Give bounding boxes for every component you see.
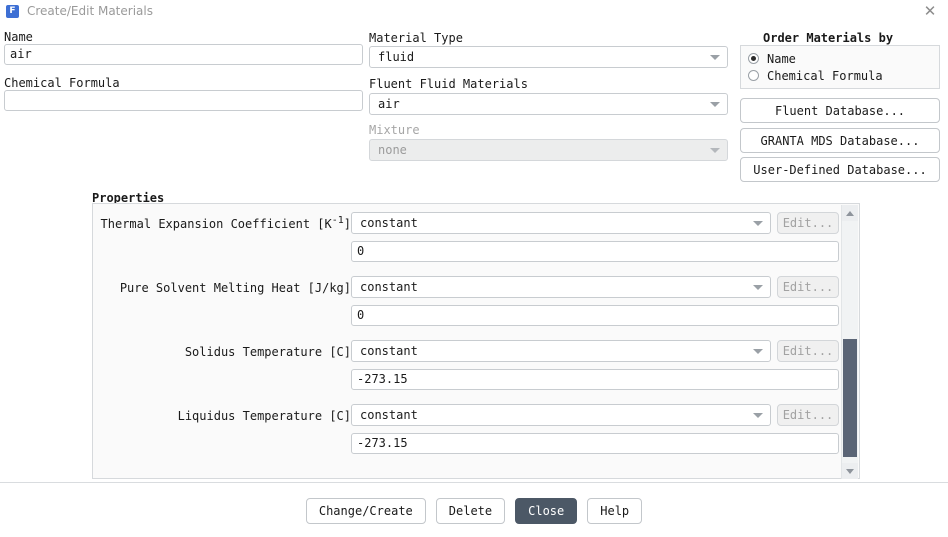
footer-button-bar: Change/Create Delete Close Help — [0, 498, 948, 524]
chevron-down-icon — [753, 221, 763, 226]
property-label-superscript: -1 — [332, 215, 344, 226]
fluent-database-button[interactable]: Fluent Database... — [740, 98, 940, 123]
radio-icon — [748, 53, 759, 64]
property-method-select[interactable]: constant — [351, 404, 771, 426]
chevron-down-icon — [710, 148, 720, 153]
property-label: Liquidus Temperature [C] — [178, 407, 351, 423]
material-type-label: Material Type — [369, 31, 463, 45]
property-row: Thermal Expansion Coefficient [K-1] cons… — [93, 209, 841, 273]
property-value-input[interactable]: -273.15 — [351, 369, 839, 390]
property-value-input[interactable]: 0 — [351, 305, 839, 326]
property-label: Solidus Temperature [C] — [185, 343, 351, 359]
property-label: Pure Solvent Melting Heat [J/kg] — [120, 279, 351, 295]
chemical-formula-label: Chemical Formula — [4, 76, 120, 90]
window-titlebar: F Create/Edit Materials ✕ — [0, 0, 948, 22]
material-type-select[interactable]: fluid — [369, 46, 728, 68]
properties-panel: Thermal Expansion Coefficient [K-1] cons… — [92, 203, 860, 479]
property-edit-button[interactable]: Edit... — [777, 276, 839, 298]
chevron-down-icon — [710, 55, 720, 60]
name-input[interactable]: air — [4, 44, 363, 65]
window-title: Create/Edit Materials — [27, 4, 153, 18]
granta-mds-database-button[interactable]: GRANTA MDS Database... — [740, 128, 940, 153]
fluent-fluid-materials-select[interactable]: air — [369, 93, 728, 115]
property-value-input[interactable]: 0 — [351, 241, 839, 262]
property-method-value: constant — [360, 216, 418, 230]
footer-divider — [0, 482, 948, 483]
radio-order-by-chemical-formula[interactable]: Chemical Formula — [748, 67, 883, 84]
property-method-value: constant — [360, 280, 418, 294]
radio-order-by-chemical-formula-label: Chemical Formula — [767, 69, 883, 83]
user-defined-database-button[interactable]: User-Defined Database... — [740, 157, 940, 182]
property-method-select[interactable]: constant — [351, 276, 771, 298]
delete-button[interactable]: Delete — [436, 498, 505, 524]
property-method-value: constant — [360, 344, 418, 358]
property-method-select[interactable]: constant — [351, 212, 771, 234]
property-edit-button[interactable]: Edit... — [777, 340, 839, 362]
chevron-down-icon — [753, 349, 763, 354]
property-edit-button[interactable]: Edit... — [777, 212, 839, 234]
fluent-fluid-materials-value: air — [378, 97, 400, 111]
radio-order-by-name[interactable]: Name — [748, 50, 796, 67]
radio-icon — [748, 70, 759, 81]
property-row: Solidus Temperature [C] constant Edit...… — [93, 337, 841, 401]
properties-row-list: Thermal Expansion Coefficient [K-1] cons… — [93, 204, 841, 478]
mixture-label: Mixture — [369, 123, 420, 137]
property-row: Liquidus Temperature [C] constant Edit..… — [93, 401, 841, 465]
chemical-formula-input[interactable] — [4, 90, 363, 111]
radio-order-by-name-label: Name — [767, 52, 796, 66]
scrollbar-thumb[interactable] — [843, 339, 857, 457]
fluent-fluid-materials-label: Fluent Fluid Materials — [369, 77, 528, 91]
properties-scrollbar[interactable] — [841, 205, 858, 479]
scroll-down-arrow-icon[interactable] — [842, 463, 858, 479]
close-button[interactable]: Close — [515, 498, 577, 524]
material-type-value: fluid — [378, 50, 414, 64]
chevron-down-icon — [710, 102, 720, 107]
change-create-button[interactable]: Change/Create — [306, 498, 426, 524]
help-button[interactable]: Help — [587, 498, 642, 524]
property-value-input[interactable]: -273.15 — [351, 433, 839, 454]
name-label: Name — [4, 30, 33, 44]
chevron-down-icon — [753, 413, 763, 418]
mixture-select: none — [369, 139, 728, 161]
close-icon[interactable]: ✕ — [920, 2, 940, 20]
fluent-logo-icon: F — [6, 5, 19, 18]
order-materials-by-label: Order Materials by — [763, 31, 893, 45]
property-row: Pure Solvent Melting Heat [J/kg] constan… — [93, 273, 841, 337]
order-materials-by-group: Name Chemical Formula — [740, 45, 940, 89]
mixture-value: none — [378, 143, 407, 157]
property-edit-button[interactable]: Edit... — [777, 404, 839, 426]
chevron-down-icon — [753, 285, 763, 290]
property-method-select[interactable]: constant — [351, 340, 771, 362]
property-method-value: constant — [360, 408, 418, 422]
scroll-up-arrow-icon[interactable] — [842, 205, 858, 221]
property-label: Thermal Expansion Coefficient [K-1] — [101, 215, 351, 231]
